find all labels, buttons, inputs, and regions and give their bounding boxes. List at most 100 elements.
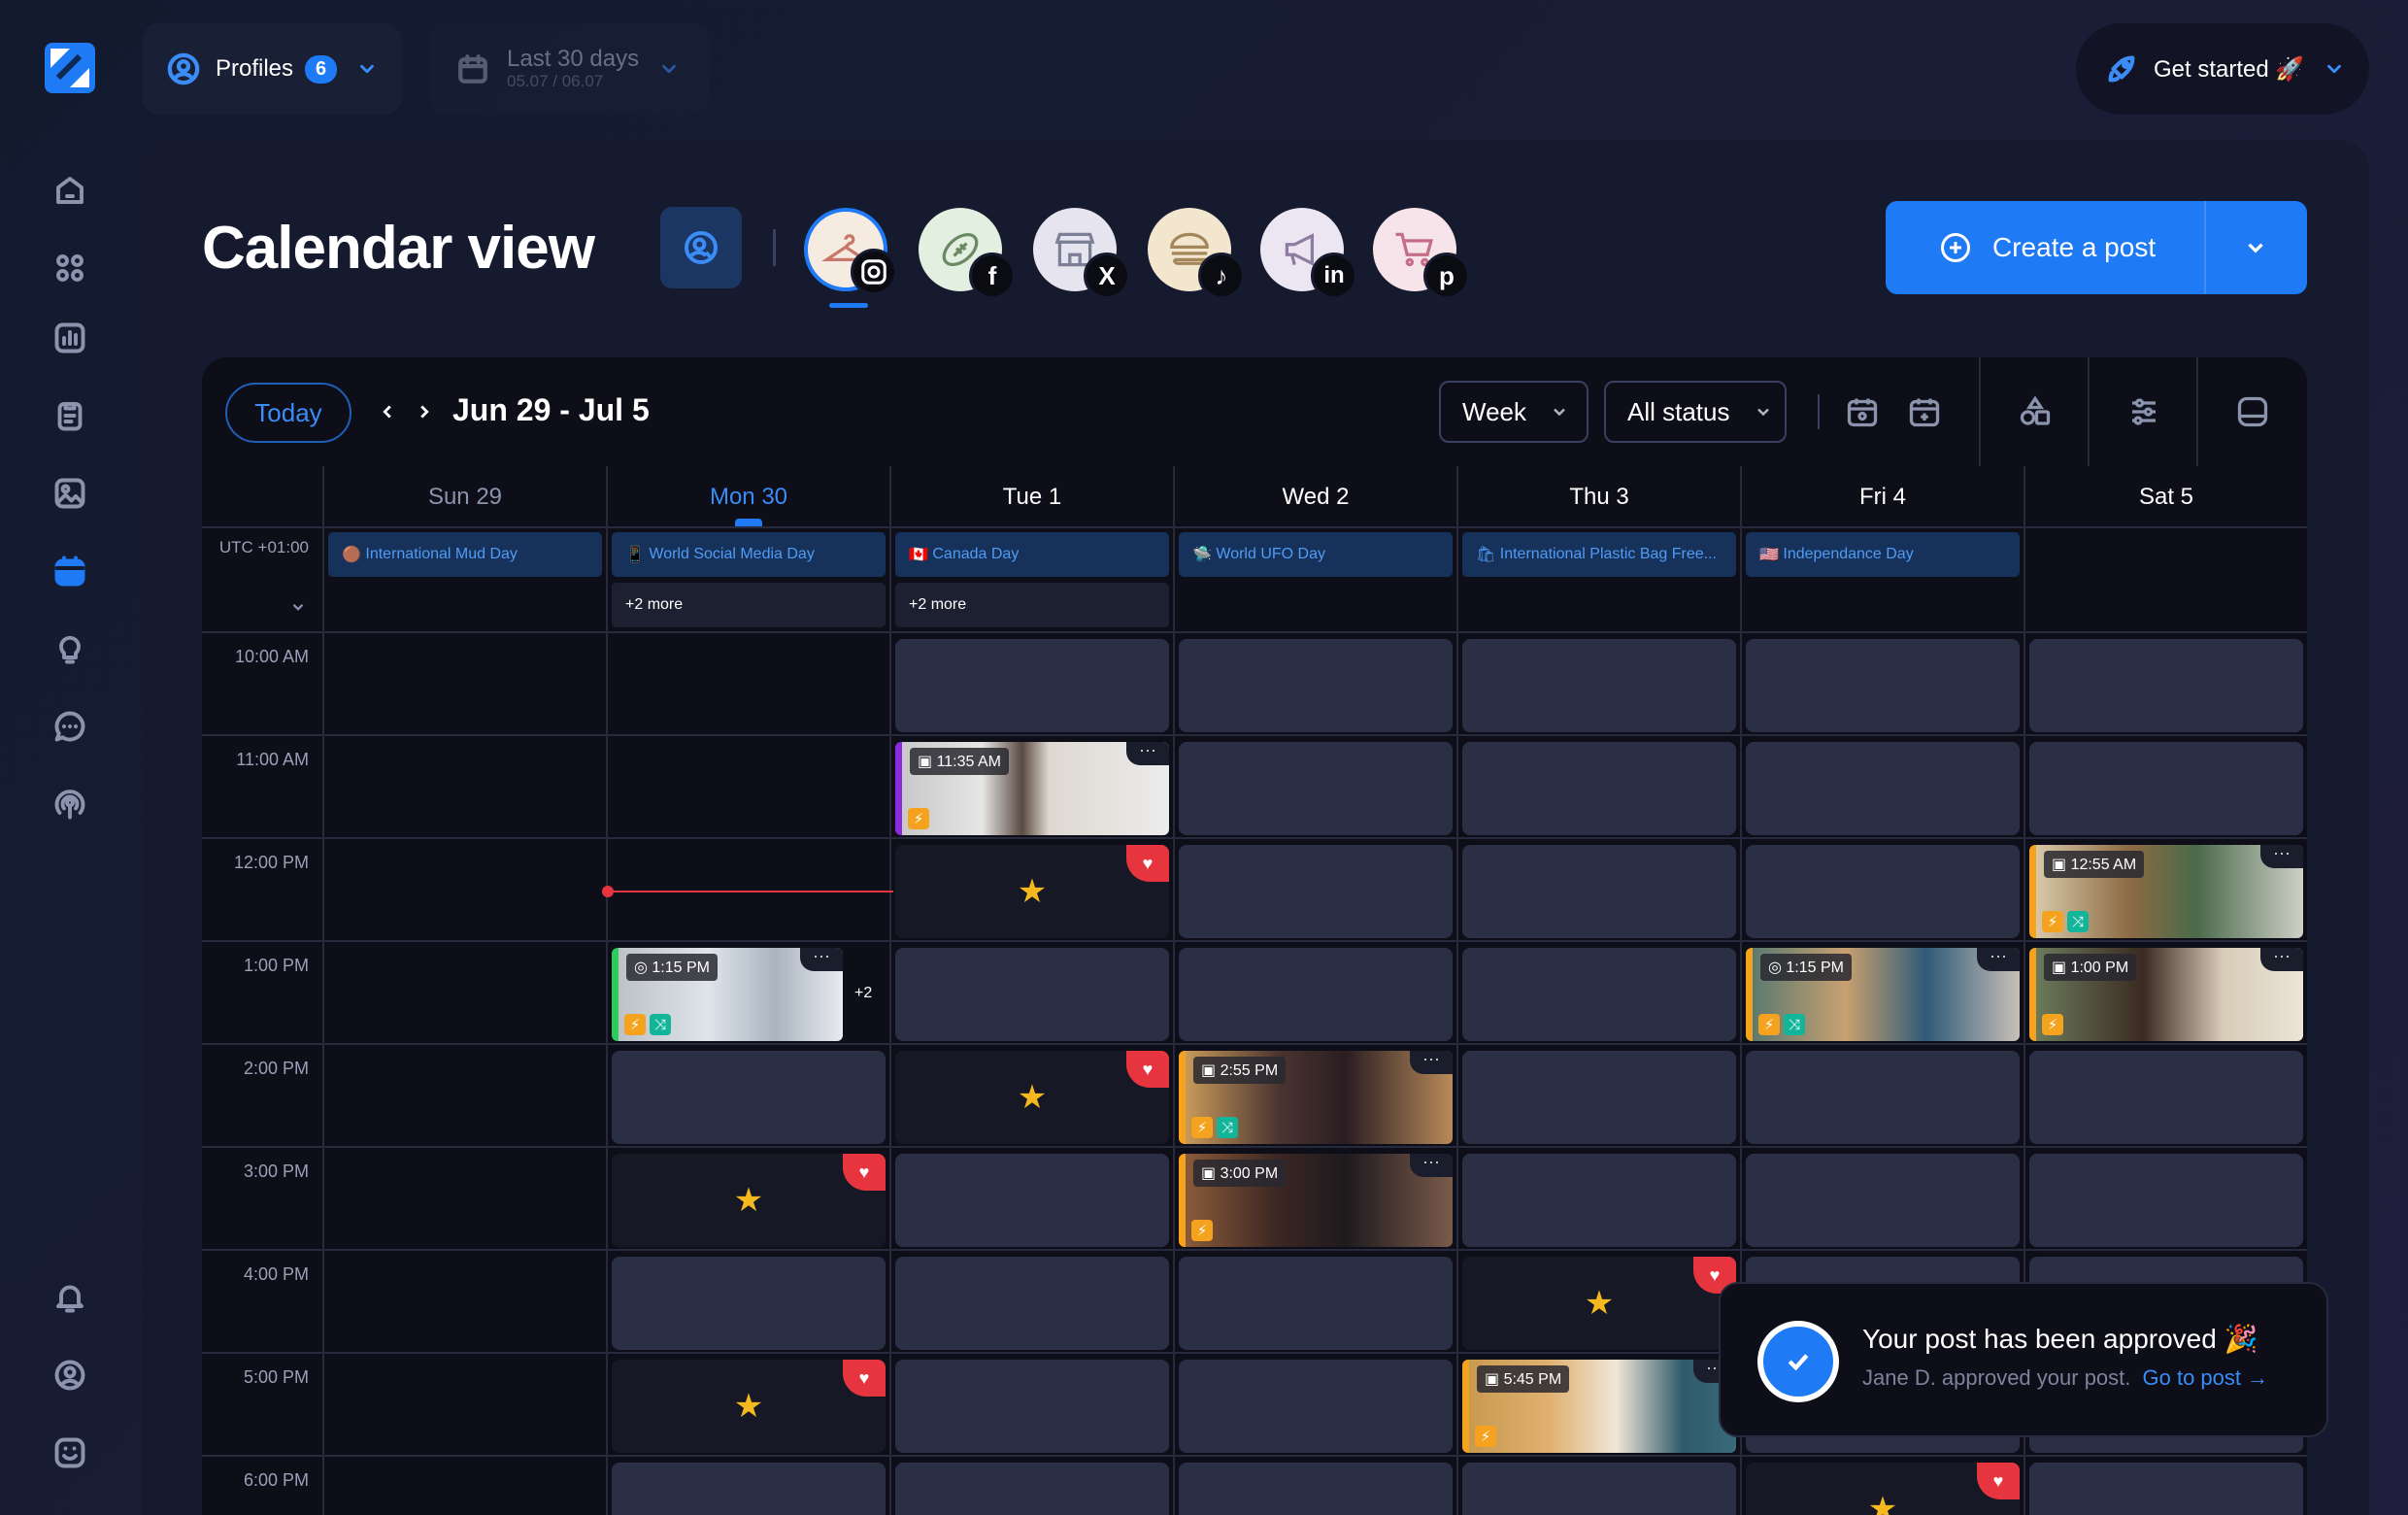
scheduled-post[interactable]: ▣ 1:00 PM ··· ⚡ [2029, 948, 2303, 1041]
chevron-down-icon[interactable] [2243, 235, 2268, 260]
time-slot[interactable] [1462, 1463, 1736, 1515]
home-icon[interactable] [47, 167, 93, 214]
profile-avatar-store[interactable]: X [1033, 208, 1130, 299]
best-time-slot[interactable]: ♥ ★ [895, 1051, 1169, 1144]
profile-avatar-football[interactable]: f [919, 208, 1016, 299]
calendar-icon[interactable] [47, 548, 93, 594]
time-slot[interactable] [895, 1257, 1169, 1350]
time-slot[interactable] [2029, 1463, 2303, 1515]
time-slot[interactable] [2029, 1154, 2303, 1247]
time-slot[interactable] [1179, 742, 1453, 835]
holiday-event[interactable]: 🛸 World UFO Day [1179, 532, 1453, 577]
day-header-tue[interactable]: Tue 1 [891, 466, 1173, 528]
more-options-icon[interactable]: ··· [1410, 1051, 1453, 1074]
app-logo[interactable] [45, 43, 95, 93]
day-header-wed[interactable]: Wed 2 [1175, 466, 1456, 528]
time-slot[interactable] [895, 948, 1169, 1041]
holiday-event[interactable]: 🇺🇸 Independance Day [1746, 532, 2020, 577]
profile-avatar-hanger[interactable] [804, 208, 897, 295]
more-options-icon[interactable]: ··· [1126, 742, 1169, 765]
time-slot[interactable] [1179, 845, 1453, 938]
messages-icon[interactable] [47, 703, 93, 750]
get-started-button[interactable]: Get started 🚀 [2076, 23, 2369, 115]
chevron-left-icon[interactable] [377, 401, 398, 422]
time-slot[interactable] [1179, 948, 1453, 1041]
day-header-sun[interactable]: Sun 29 [324, 466, 606, 528]
profile-avatar-burger[interactable]: ♪ [1148, 208, 1245, 299]
create-post-button[interactable]: Create a post [1886, 201, 2307, 294]
scheduled-post[interactable]: ▣ 12:55 AM ··· ⚡ ⤨ [2029, 845, 2303, 938]
go-to-post-link[interactable]: Go to post → [2143, 1365, 2269, 1390]
calendar-add-icon[interactable] [1907, 394, 1942, 429]
scheduled-post[interactable]: ▣ 11:35 AM ··· ⚡ [895, 742, 1169, 835]
more-events-link[interactable]: +2 more [895, 583, 1169, 627]
holiday-event[interactable]: 🇨🇦 Canada Day [895, 532, 1169, 577]
time-slot[interactable] [1462, 948, 1736, 1041]
time-slot[interactable] [2029, 742, 2303, 835]
time-slot[interactable] [895, 1463, 1169, 1515]
bell-icon[interactable] [47, 1274, 93, 1321]
best-time-slot[interactable]: ♥ ★ [895, 845, 1169, 938]
time-slot[interactable] [1462, 742, 1736, 835]
holiday-event[interactable]: 🛍 International Plastic Bag Free... [1462, 532, 1736, 577]
holiday-event[interactable]: 🟤 International Mud Day [328, 532, 602, 577]
time-slot[interactable] [1179, 1360, 1453, 1453]
time-slot[interactable] [1746, 639, 2020, 732]
media-icon[interactable] [47, 470, 93, 517]
time-slot[interactable] [1746, 742, 2020, 835]
more-options-icon[interactable]: ··· [800, 948, 843, 971]
time-slot[interactable] [895, 639, 1169, 732]
time-slot[interactable] [2029, 639, 2303, 732]
account-icon[interactable] [47, 1352, 93, 1398]
date-range-dropdown[interactable]: Last 30 days 05.07 / 06.07 [429, 23, 709, 115]
time-slot[interactable] [612, 1051, 886, 1144]
more-posts-count[interactable]: +2 [854, 985, 872, 1002]
day-header-fri[interactable]: Fri 4 [1742, 466, 2023, 528]
time-slot[interactable] [612, 1463, 886, 1515]
profile-filter-button[interactable] [660, 207, 742, 288]
time-slot[interactable] [1462, 845, 1736, 938]
more-options-icon[interactable]: ··· [2260, 948, 2303, 971]
calendar-event-icon[interactable] [1845, 394, 1880, 429]
time-slot[interactable] [612, 1257, 886, 1350]
dashboard-icon[interactable] [47, 245, 93, 291]
scheduled-post[interactable]: ◎ 1:15 PM ··· ⚡ ⤨ [1746, 948, 2020, 1041]
best-time-slot[interactable]: ♥ ★ [612, 1360, 886, 1453]
analytics-icon[interactable] [47, 315, 93, 361]
chevron-down-icon[interactable] [289, 598, 307, 616]
time-slot[interactable] [1746, 1051, 2020, 1144]
time-slot[interactable] [895, 1154, 1169, 1247]
scheduled-post[interactable]: ▣ 5:45 PM ··· ⚡ [1462, 1360, 1736, 1453]
shapes-icon[interactable] [2018, 394, 2053, 429]
day-header-sat[interactable]: Sat 5 [2025, 466, 2307, 528]
time-slot[interactable] [1462, 1154, 1736, 1247]
scheduled-post[interactable]: ▣ 3:00 PM ··· ⚡ [1179, 1154, 1453, 1247]
clipboard-icon[interactable] [47, 392, 93, 439]
profile-avatar-cart[interactable]: p [1373, 208, 1470, 299]
more-options-icon[interactable]: ··· [2260, 845, 2303, 868]
more-options-icon[interactable]: ··· [1410, 1154, 1453, 1177]
time-slot[interactable] [1179, 639, 1453, 732]
panel-toggle-icon[interactable] [2235, 394, 2270, 429]
scheduled-post[interactable]: ▣ 2:55 PM ··· ⚡ ⤨ [1179, 1051, 1453, 1144]
time-slot[interactable] [1462, 639, 1736, 732]
chevron-right-icon[interactable] [414, 401, 435, 422]
best-time-slot[interactable]: ♥ ★ [612, 1154, 886, 1247]
ideas-icon[interactable] [47, 625, 93, 672]
more-options-icon[interactable]: ··· [1977, 948, 2020, 971]
broadcast-icon[interactable] [47, 781, 93, 827]
status-select[interactable]: All status [1604, 381, 1787, 443]
best-time-slot[interactable]: ♥ ★ [1462, 1257, 1736, 1350]
time-slot[interactable] [1179, 1257, 1453, 1350]
profile-avatar-megaphone[interactable]: in [1260, 208, 1357, 299]
time-slot[interactable] [1746, 845, 2020, 938]
scheduled-post[interactable]: ◎ 1:15 PM ··· ⚡ ⤨ [612, 948, 843, 1041]
support-icon[interactable] [47, 1430, 93, 1476]
best-time-slot[interactable]: ♥ ★ [1746, 1463, 2020, 1515]
time-slot[interactable] [2029, 1051, 2303, 1144]
time-slot[interactable] [895, 1360, 1169, 1453]
time-slot[interactable] [1746, 1154, 2020, 1247]
time-slot[interactable] [1462, 1051, 1736, 1144]
holiday-event[interactable]: 📱 World Social Media Day [612, 532, 886, 577]
profiles-dropdown[interactable]: Profiles 6 [142, 23, 402, 115]
